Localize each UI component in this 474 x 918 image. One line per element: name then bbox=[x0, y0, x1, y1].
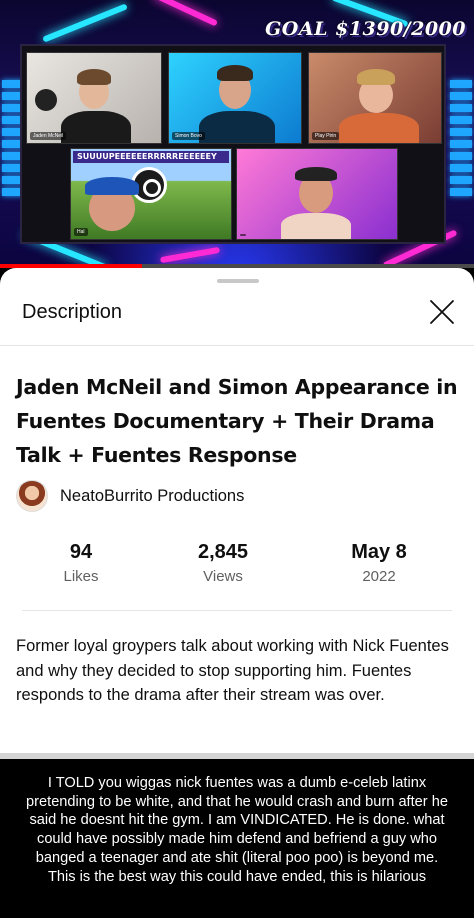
meme-caption: I TOLD you wiggas nick fuentes was a dum… bbox=[0, 759, 474, 918]
tile-name: Jaden McNeil bbox=[30, 132, 67, 140]
channel-name[interactable]: NeatoBurrito Productions bbox=[60, 487, 244, 506]
drag-handle[interactable] bbox=[217, 279, 259, 283]
tile-name: Hal bbox=[74, 228, 88, 236]
likes-count: 94 bbox=[69, 541, 93, 563]
views-label: Views bbox=[203, 568, 243, 585]
channel-row[interactable]: NeatoBurrito Productions bbox=[16, 479, 244, 513]
neon-beam bbox=[152, 0, 218, 27]
video-stats: 94 Likes 2,845 Views May 8 2022 bbox=[0, 538, 474, 594]
tile-name: Play Pirin bbox=[312, 132, 340, 140]
caption-text: I TOLD you wiggas nick fuentes was a dum… bbox=[26, 775, 448, 885]
tile-name: Simon Bovo bbox=[172, 132, 205, 140]
neon-beam bbox=[159, 246, 221, 264]
views-count: 2,845 bbox=[197, 541, 249, 563]
channel-avatar[interactable] bbox=[16, 480, 48, 512]
goal-overlay: GOAL $1390/2000 bbox=[265, 18, 466, 40]
stream-banner: SUUUUPEEEEEERRRRREEEEEEY bbox=[73, 151, 229, 163]
webcam-tile-3: Play Pirin bbox=[308, 52, 442, 144]
divider bbox=[22, 610, 452, 611]
neon-beam bbox=[42, 3, 128, 43]
webcam-tile-2: Simon Bovo bbox=[168, 52, 302, 144]
description-text: Former loyal groypers talk about working… bbox=[16, 637, 449, 704]
webcam-tile-4: SUUUUPEEEEEERRRRREEEEEEY Hal bbox=[70, 148, 232, 240]
publish-date: May 8 bbox=[351, 541, 407, 563]
likes-stat: 94 Likes bbox=[11, 538, 151, 585]
description-panel: Description Jaden McNeil and Simon Appea… bbox=[0, 268, 474, 753]
equalizer-right bbox=[450, 80, 472, 196]
panel-header: Description bbox=[0, 288, 474, 346]
panel-title: Description bbox=[22, 301, 123, 323]
video-title: Jaden McNeil and Simon Appearance in Fue… bbox=[16, 375, 458, 467]
stream-layout: Jaden McNeil Simon Bovo Play Pirin SUUUU… bbox=[20, 44, 446, 244]
tile-name bbox=[240, 234, 246, 236]
likes-label: Likes bbox=[63, 568, 99, 585]
video-player[interactable]: Jaden McNeil Simon Bovo Play Pirin SUUUU… bbox=[0, 0, 474, 268]
publish-year: 2022 bbox=[362, 568, 396, 585]
close-icon bbox=[430, 300, 454, 324]
webcam-tile-5 bbox=[236, 148, 398, 240]
views-stat: 2,845 Views bbox=[153, 538, 293, 585]
close-button[interactable] bbox=[426, 296, 458, 328]
webcam-tile-1: Jaden McNeil bbox=[26, 52, 162, 144]
date-stat: May 8 2022 bbox=[309, 538, 449, 585]
